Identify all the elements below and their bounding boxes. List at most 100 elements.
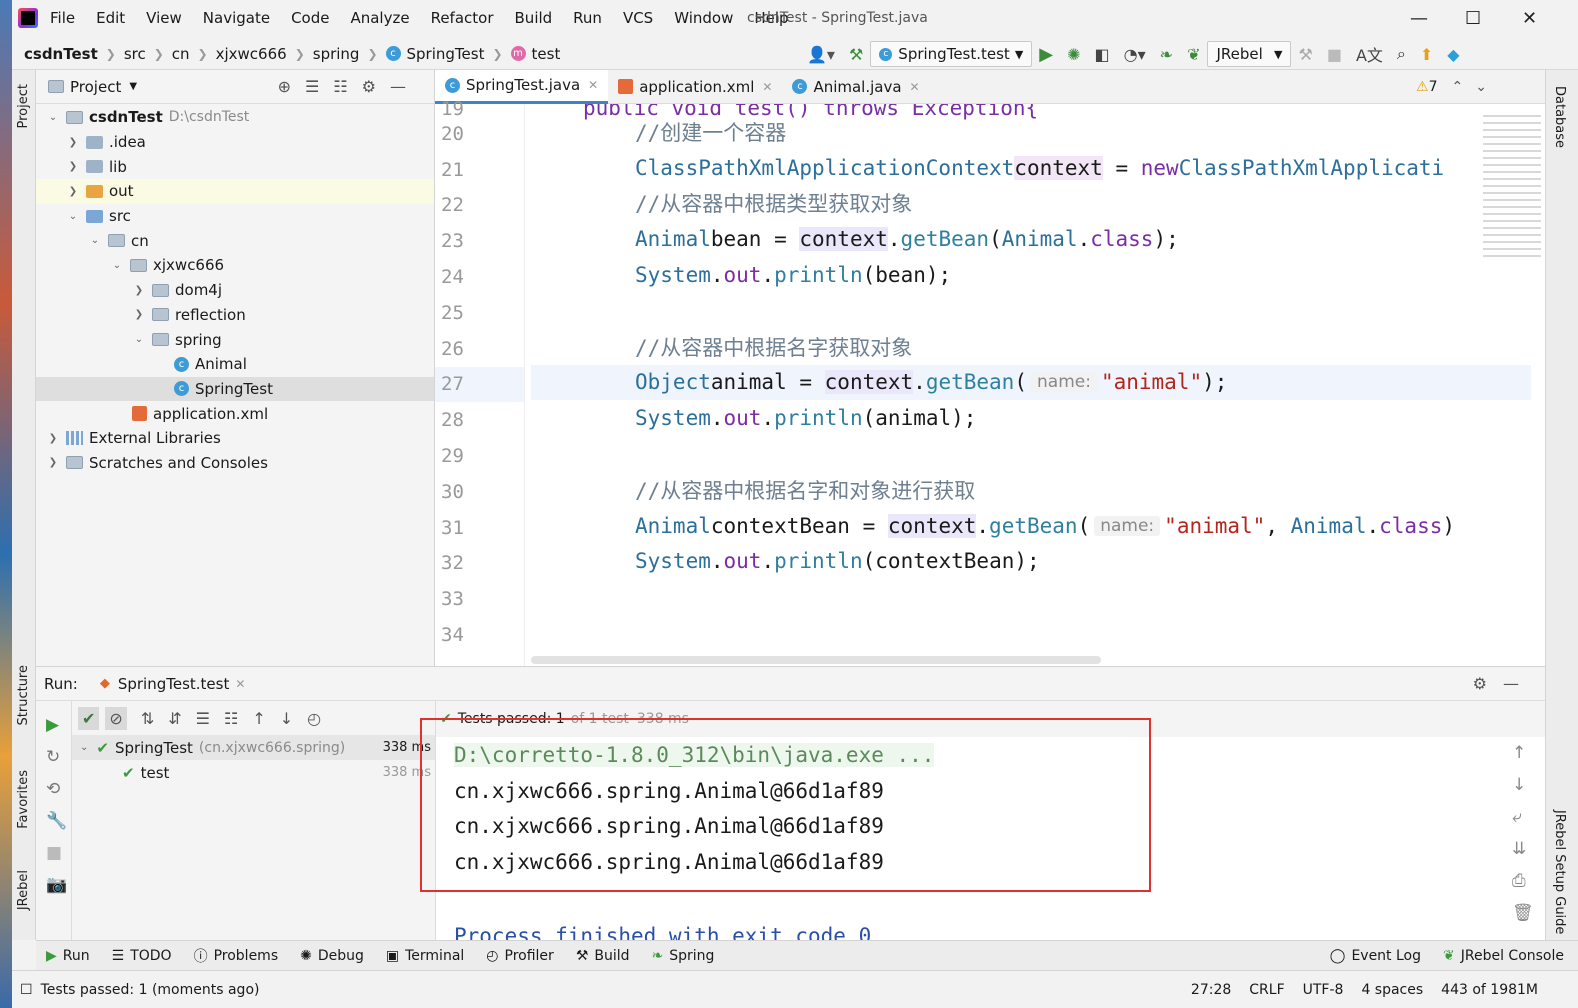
breadcrumb-class[interactable]: SpringTest: [407, 45, 485, 63]
profile-icon[interactable]: ◔▾: [1124, 45, 1146, 64]
arrow-down-icon[interactable]: ↓: [1512, 769, 1534, 801]
jrebel-setup-guide-tab[interactable]: JRebel Setup Guide: [1552, 810, 1567, 934]
translate-icon[interactable]: A文: [1356, 42, 1383, 66]
chevron-right-icon[interactable]: ❯: [66, 161, 80, 172]
print-icon[interactable]: ⎙: [1512, 865, 1534, 897]
tree-item-reflection[interactable]: ❯ reflection: [36, 303, 434, 328]
tree-item-lib[interactable]: ❯ lib: [36, 154, 434, 179]
tree-item-application-xml[interactable]: application.xml: [36, 401, 434, 426]
tree-item-animal[interactable]: c Animal: [36, 352, 434, 377]
close-icon[interactable]: ✕: [1522, 8, 1537, 29]
tree-item-project-root[interactable]: ⌄ csdnTest D:\csdnTest: [36, 105, 434, 130]
toggle-auto-test-icon[interactable]: ⟲: [46, 773, 71, 805]
menu-edit[interactable]: Edit: [96, 9, 125, 27]
chevron-down-icon[interactable]: ⌄: [80, 742, 88, 753]
tree-item-external-libraries[interactable]: ❯ External Libraries: [36, 426, 434, 451]
trash-icon[interactable]: 🗑: [1512, 897, 1534, 929]
toolwindow-build[interactable]: ⚒ Build: [576, 948, 630, 964]
rerun-icon[interactable]: ▶: [46, 709, 71, 741]
tree-item-spring[interactable]: ⌄ spring: [36, 327, 434, 352]
menu-code[interactable]: Code: [291, 9, 329, 27]
menu-analyze[interactable]: Analyze: [350, 9, 409, 27]
status-square-icon[interactable]: ☐: [20, 982, 33, 998]
toolwindow-todo[interactable]: ☰ TODO: [112, 948, 172, 964]
coverage-icon[interactable]: ◧: [1095, 45, 1110, 64]
inspection-widget[interactable]: ⚠ 7 ⌃ ⌄: [1416, 79, 1487, 95]
user-icon[interactable]: 👤▾: [807, 45, 835, 64]
memory-indicator[interactable]: 443 of 1981M: [1441, 982, 1538, 998]
breadcrumb-spring[interactable]: spring: [313, 45, 360, 63]
tree-item-out[interactable]: ❯ out: [36, 179, 434, 204]
menu-vcs[interactable]: VCS: [623, 9, 653, 27]
toolwindow-terminal[interactable]: ▣ Terminal: [386, 948, 464, 964]
breadcrumb-project[interactable]: csdnTest: [24, 45, 98, 63]
jrebel-run-icon[interactable]: ❧: [1160, 45, 1173, 64]
run-config-select[interactable]: c SpringTest.test ▼: [870, 41, 1033, 67]
project-tool-tab[interactable]: Project: [16, 84, 31, 128]
chevron-right-icon[interactable]: ❯: [66, 186, 80, 197]
tree-item-xjxwc666[interactable]: ⌄ xjxwc666: [36, 253, 434, 278]
close-tab-icon[interactable]: ✕: [588, 78, 598, 92]
close-tab-icon[interactable]: ✕: [762, 80, 772, 94]
sort-icons[interactable]: ⇅⇵☰☷↑↓◴: [141, 709, 335, 728]
scroll-to-end-icon[interactable]: ⇊: [1512, 833, 1534, 865]
menu-window[interactable]: Window: [674, 9, 733, 27]
camera-icon[interactable]: 📷: [46, 869, 71, 901]
toolwindow-profiler[interactable]: ◴ Profiler: [486, 948, 554, 964]
chevron-down-icon[interactable]: ⌄: [88, 235, 102, 246]
search-icon[interactable]: ⌕: [1397, 44, 1406, 64]
breadcrumb-package[interactable]: xjxwc666: [216, 45, 287, 63]
tree-item-src[interactable]: ⌄ src: [36, 204, 434, 229]
jrebel-tool-tab[interactable]: JRebel: [16, 870, 31, 910]
breadcrumb-method[interactable]: test: [532, 45, 561, 63]
test-suite-row[interactable]: ⌄ ✔ SpringTest (cn.xjxwc666.spring) 338 …: [72, 735, 435, 760]
menu-run[interactable]: Run: [573, 9, 602, 27]
tree-item-scratches[interactable]: ❯ Scratches and Consoles: [36, 451, 434, 476]
tree-item-idea[interactable]: ❯ .idea: [36, 130, 434, 155]
arrow-up-icon[interactable]: ↑: [1512, 737, 1534, 769]
tree-item-dom4j[interactable]: ❯ dom4j: [36, 278, 434, 303]
chevron-down-icon[interactable]: ⌄: [110, 260, 124, 271]
show-passed-icon[interactable]: ✔: [78, 706, 100, 730]
breadcrumb-src[interactable]: src: [124, 45, 146, 63]
menu-view[interactable]: View: [146, 9, 182, 27]
chevron-up-icon[interactable]: ⌃: [1452, 79, 1464, 95]
code-area[interactable]: public void test() throws Exception{ //创…: [531, 104, 1531, 666]
run-panel-actions[interactable]: ⚙—: [1473, 674, 1535, 693]
chevron-right-icon[interactable]: ❯: [132, 309, 146, 320]
favorites-tool-tab[interactable]: Favorites: [16, 770, 31, 829]
chevron-down-icon[interactable]: ⌄: [66, 211, 80, 222]
code-minimap[interactable]: [1483, 110, 1541, 260]
run-icon[interactable]: ▶: [1039, 44, 1053, 65]
toolwindow-event-log[interactable]: ◯ Event Log: [1330, 948, 1421, 964]
menu-refactor[interactable]: Refactor: [431, 9, 494, 27]
toolwindow-spring[interactable]: ❧ Spring: [652, 948, 715, 964]
structure-tool-tab[interactable]: Structure: [16, 665, 31, 725]
toolwindow-problems[interactable]: ⓘ Problems: [194, 946, 279, 966]
chevron-right-icon[interactable]: ❯: [46, 433, 60, 444]
test-case-row[interactable]: ✔ test 338 ms: [72, 760, 435, 785]
chevron-down-icon[interactable]: ▼: [129, 81, 137, 92]
toolwindow-run[interactable]: ▶ Run: [46, 948, 90, 964]
chevron-down-icon[interactable]: ⌄: [132, 334, 146, 345]
debug-bug-icon[interactable]: ✺: [1067, 45, 1080, 64]
minimize-icon[interactable]: —: [1410, 8, 1428, 29]
jrebel-debug-icon[interactable]: ❦: [1187, 45, 1200, 64]
toolwindow-jrebel-console[interactable]: ❦ JRebel Console: [1443, 948, 1564, 964]
project-panel-title[interactable]: Project: [70, 78, 121, 96]
toolwindow-debug[interactable]: ✺ Debug: [300, 948, 364, 964]
tree-item-springtest[interactable]: c SpringTest: [36, 376, 434, 402]
panel-actions[interactable]: ⊕☰☷⚙—: [278, 77, 420, 96]
tab-animal-java[interactable]: c Animal.java ✕: [782, 70, 929, 104]
plugin-icon[interactable]: ◆: [1447, 45, 1459, 64]
soft-wrap-icon[interactable]: ⤶: [1512, 801, 1534, 833]
chevron-right-icon[interactable]: ❯: [66, 137, 80, 148]
show-ignored-icon[interactable]: ⊘: [105, 706, 127, 730]
database-tool-tab[interactable]: Database: [1552, 86, 1567, 148]
line-separator[interactable]: CRLF: [1249, 982, 1284, 998]
close-tab-icon[interactable]: ✕: [910, 80, 920, 94]
build-hammer-icon[interactable]: ⚒: [849, 45, 863, 64]
indent-setting[interactable]: 4 spaces: [1361, 982, 1423, 998]
menu-build[interactable]: Build: [515, 9, 553, 27]
chevron-down-icon[interactable]: ⌄: [46, 112, 60, 123]
